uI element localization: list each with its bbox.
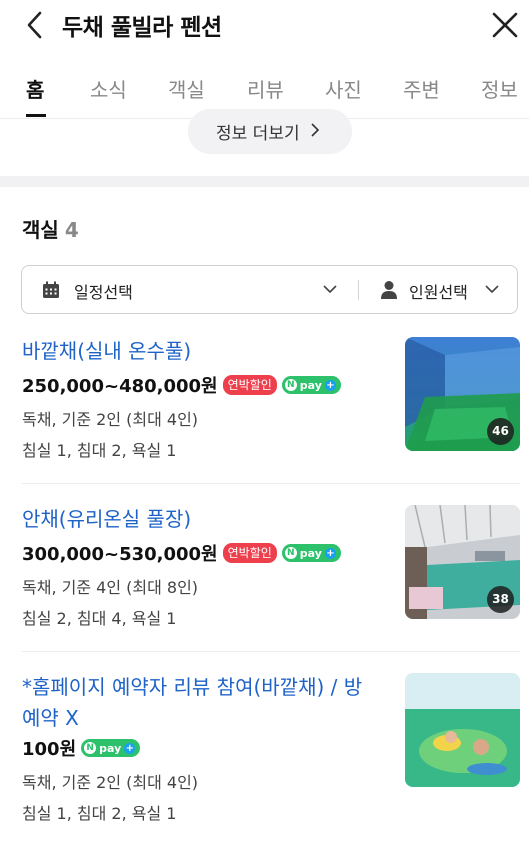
chevron-down-icon[interactable] bbox=[322, 284, 338, 294]
plus-icon: + bbox=[324, 379, 336, 391]
tab-info[interactable]: 정보 bbox=[481, 74, 518, 103]
discount-badge: 연박할인 bbox=[222, 375, 277, 395]
date-select-button[interactable]: 일정선택 bbox=[74, 279, 133, 303]
info-more-label: 정보 더보기 bbox=[216, 124, 300, 144]
room-name[interactable]: *홈페이지 예약자 리뷰 참여(바깥채) / 방 예약 X bbox=[22, 672, 382, 734]
room-type-capacity: 독채, 기준 4인 (최대 8인) bbox=[22, 578, 199, 597]
person-icon bbox=[381, 281, 397, 299]
price-row: 250,000~480,000원 연박할인 Npay + bbox=[22, 371, 341, 399]
room-name[interactable]: 바깥채(실내 온수풀) bbox=[22, 336, 382, 367]
npay-label: pay bbox=[299, 546, 322, 560]
room-card[interactable]: *홈페이지 예약자 리뷰 참여(바깥채) / 방 예약 X 100원 Npay +… bbox=[0, 672, 529, 832]
room-layout-info: 침실 2, 침대 4, 욕실 1 bbox=[22, 609, 177, 628]
pool-with-swimmers-photo bbox=[405, 673, 520, 787]
npay-n-icon: N bbox=[284, 547, 297, 559]
back-arrow-icon bbox=[27, 11, 42, 39]
room-price: 300,000~530,000원 bbox=[22, 544, 218, 565]
room-type-capacity: 독채, 기준 2인 (최대 4인) bbox=[22, 773, 199, 792]
npay-label: pay bbox=[299, 378, 322, 392]
filter-separator bbox=[358, 280, 359, 300]
room-price: 250,000~480,000원 bbox=[22, 376, 218, 397]
row-divider bbox=[22, 651, 520, 652]
room-layout-info: 침실 1, 침대 2, 욕실 1 bbox=[22, 804, 177, 823]
chevron-down-icon[interactable] bbox=[484, 284, 500, 294]
room-layout-info: 침실 1, 침대 2, 욕실 1 bbox=[22, 441, 177, 460]
plus-icon: + bbox=[324, 547, 336, 559]
tab-photos[interactable]: 사진 bbox=[325, 74, 362, 103]
room-card[interactable]: 안채(유리온실 풀장) 300,000~530,000원 연박할인 Npay + … bbox=[0, 504, 529, 644]
back-button[interactable] bbox=[22, 10, 50, 40]
photo-count-badge: 46 bbox=[487, 418, 514, 445]
tab-news[interactable]: 소식 bbox=[90, 74, 127, 103]
rooms-section-title: 객실 4 bbox=[22, 214, 79, 243]
guest-select-button[interactable]: 인원선택 bbox=[409, 279, 468, 303]
discount-badge: 연박할인 bbox=[222, 543, 277, 563]
info-more-button[interactable]: 정보 더보기 bbox=[188, 109, 352, 154]
tab-nearby[interactable]: 주변 bbox=[403, 74, 440, 103]
top-bar: 두채 풀빌라 펜션 bbox=[0, 0, 529, 50]
room-price: 100원 bbox=[22, 739, 77, 760]
npay-label: pay bbox=[99, 741, 122, 755]
calendar-icon bbox=[43, 281, 59, 298]
booking-filter-bar: 일정선택 인원선택 bbox=[21, 265, 518, 314]
rooms-count: 4 bbox=[64, 218, 79, 242]
close-button[interactable] bbox=[490, 10, 520, 40]
room-name[interactable]: 안채(유리온실 풀장) bbox=[22, 504, 382, 535]
room-thumbnail[interactable] bbox=[405, 673, 520, 787]
npay-badge: Npay + bbox=[281, 544, 341, 562]
section-divider bbox=[0, 176, 529, 187]
chevron-right-icon bbox=[311, 123, 320, 137]
rooms-title-text: 객실 bbox=[22, 218, 59, 242]
room-thumbnail[interactable]: 38 bbox=[405, 505, 520, 619]
row-divider bbox=[22, 483, 520, 484]
tab-reviews[interactable]: 리뷰 bbox=[247, 74, 284, 103]
plus-icon: + bbox=[124, 742, 136, 754]
photo-count-badge: 38 bbox=[487, 586, 514, 613]
npay-n-icon: N bbox=[84, 742, 97, 754]
room-card[interactable]: 바깥채(실내 온수풀) 250,000~480,000원 연박할인 Npay + … bbox=[0, 336, 529, 476]
npay-badge: Npay + bbox=[81, 739, 141, 757]
room-type-capacity: 독채, 기준 2인 (최대 4인) bbox=[22, 410, 199, 429]
page-title: 두채 풀빌라 펜션 bbox=[62, 15, 222, 41]
close-icon bbox=[492, 12, 518, 38]
price-row: 300,000~530,000원 연박할인 Npay + bbox=[22, 539, 341, 567]
active-tab-indicator bbox=[26, 114, 46, 117]
npay-badge: Npay + bbox=[281, 376, 341, 394]
price-row: 100원 Npay + bbox=[22, 734, 141, 762]
room-thumbnail[interactable]: 46 bbox=[405, 337, 520, 451]
npay-n-icon: N bbox=[284, 379, 297, 391]
tab-rooms[interactable]: 객실 bbox=[168, 74, 205, 103]
tab-home[interactable]: 홈 bbox=[26, 74, 44, 103]
